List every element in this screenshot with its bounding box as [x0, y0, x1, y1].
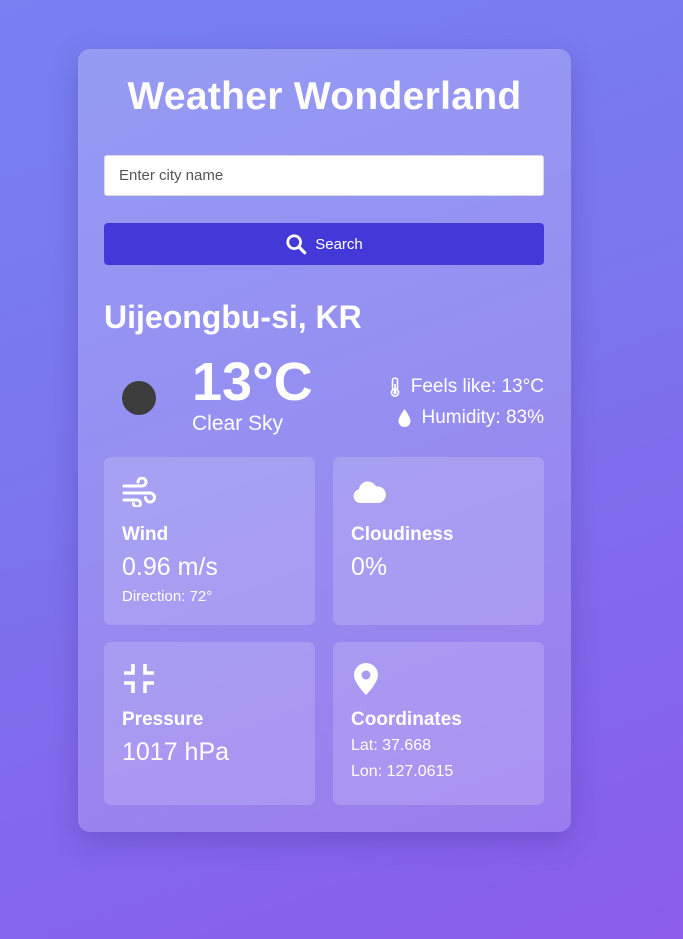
- pressure-tile: Pressure 1017 hPa: [104, 642, 315, 805]
- cloud-icon: [351, 477, 526, 511]
- wind-label: Wind: [122, 524, 169, 545]
- extra-conditions: Feels like: 13°C Humidity: 83%: [389, 371, 544, 433]
- wind-tile: Wind 0.96 m/s Direction: 72°: [104, 457, 315, 625]
- feels-like-text: Feels like: 13°C: [410, 375, 544, 397]
- longitude-value: Lon: 127.0615: [351, 763, 454, 780]
- wind-direction: Direction: 72°: [122, 588, 213, 605]
- pressure-label: Pressure: [122, 709, 204, 730]
- compress-icon: [122, 662, 297, 696]
- coordinates-tile: Coordinates Lat: 37.668 Lon: 127.0615: [333, 642, 544, 805]
- latitude-value: Lat: 37.668: [351, 737, 432, 754]
- cloudiness-value: 0%: [351, 553, 388, 581]
- wind-speed: 0.96 m/s: [122, 553, 218, 581]
- search-button-label: Search: [315, 235, 363, 253]
- thermometer-icon: [389, 376, 401, 397]
- droplet-icon: [397, 408, 412, 428]
- city-search-input[interactable]: [104, 155, 544, 196]
- search-button[interactable]: Search: [104, 223, 544, 265]
- app-title: Weather Wonderland: [127, 75, 522, 118]
- cloudiness-label: Cloudiness: [351, 524, 454, 545]
- pressure-value: 1017 hPa: [122, 738, 230, 766]
- current-temperature: 13°C: [192, 352, 313, 412]
- coordinates-label: Coordinates: [351, 709, 462, 730]
- feels-like-row: Feels like: 13°C: [389, 371, 544, 402]
- city-name: Uijeongbu-si, KR: [104, 299, 362, 335]
- search-icon: [285, 233, 307, 255]
- weather-description: Clear Sky: [192, 412, 284, 435]
- cloudiness-tile: Cloudiness 0%: [333, 457, 544, 625]
- weather-condition-icon: [122, 381, 156, 415]
- map-pin-icon: [351, 662, 526, 696]
- humidity-row: Humidity: 83%: [389, 402, 544, 433]
- wind-icon: [122, 476, 297, 511]
- weather-card: Weather Wonderland Search Uijeongbu-si, …: [78, 49, 571, 832]
- humidity-text: Humidity: 83%: [421, 406, 545, 428]
